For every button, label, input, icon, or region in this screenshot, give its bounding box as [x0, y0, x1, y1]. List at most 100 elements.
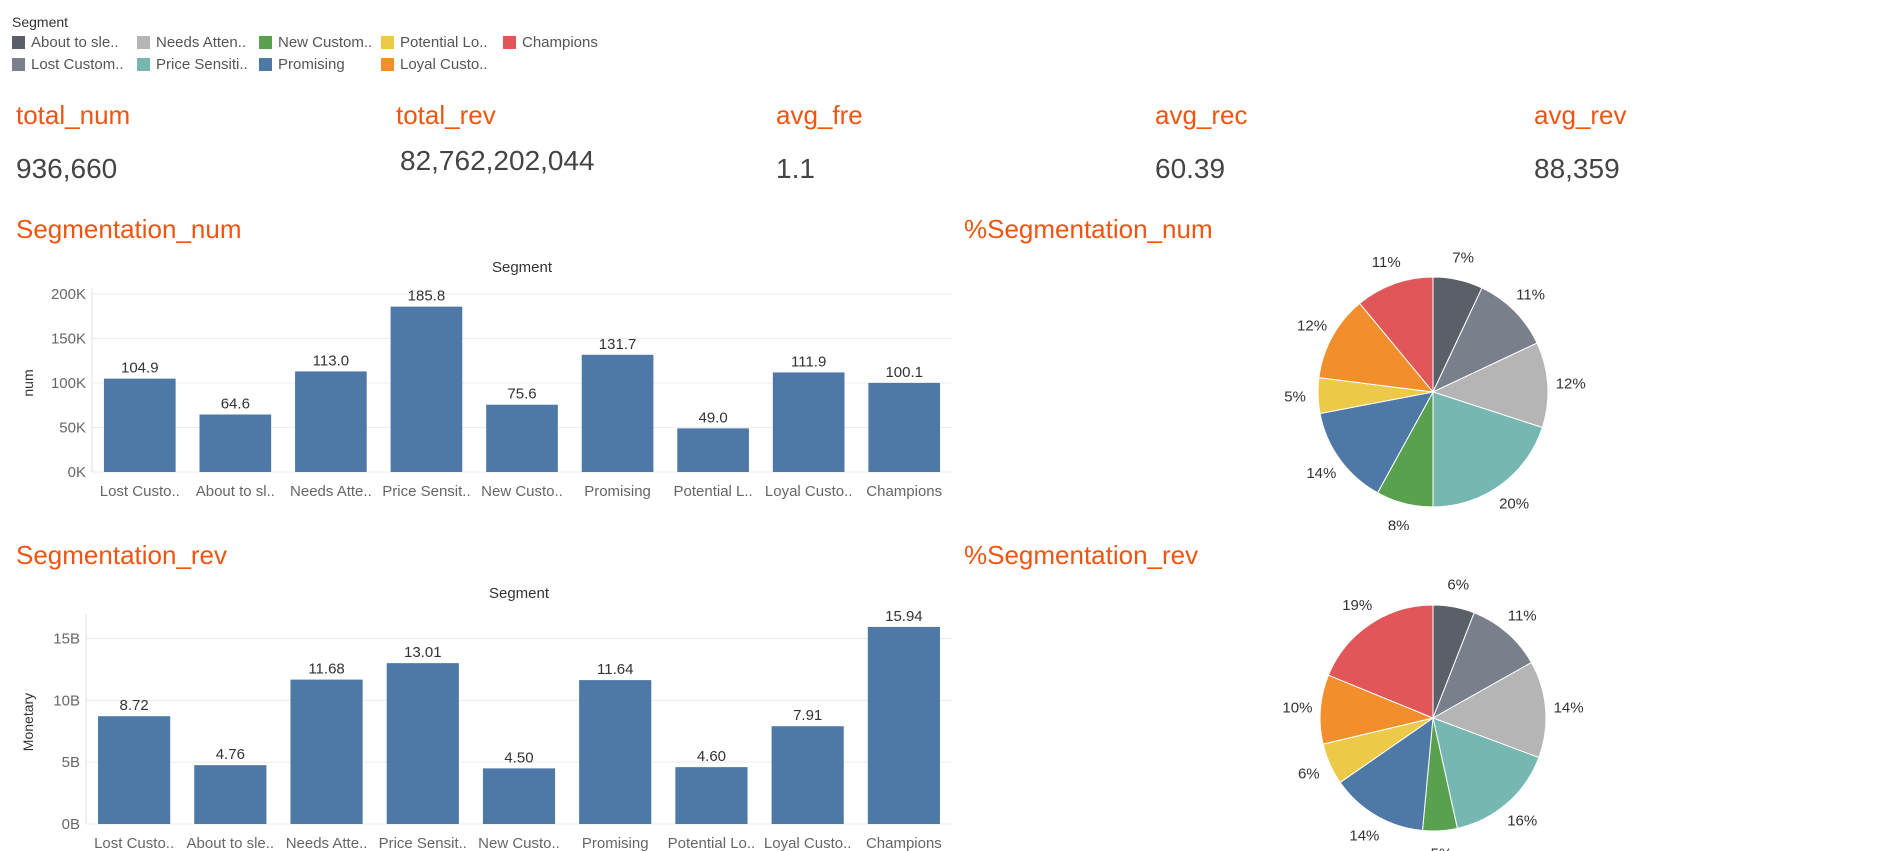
section-title-seg-rev: Segmentation_rev — [16, 540, 228, 570]
y-axis-label: Monetary — [20, 693, 36, 751]
bar-data-label: 11.64 — [597, 661, 633, 678]
bar-data-label: 13.01 — [404, 644, 442, 661]
pie-slice-label: 6% — [1298, 765, 1320, 782]
x-tick-label: Loyal Custo.. — [764, 835, 852, 851]
section-title-pct-seg-rev: %Segmentation_rev — [964, 540, 1199, 570]
y-tick-label: 0B — [62, 816, 80, 833]
legend-item[interactable]: Lost Custom.. — [12, 56, 137, 73]
bar-data-label: 4.76 — [216, 746, 245, 763]
bar[interactable] — [290, 679, 363, 824]
kpi-total-num: total_num 936,660 — [16, 100, 131, 184]
x-tick-label: Needs Atte.. — [290, 483, 372, 500]
section-title-seg-num: Segmentation_num — [16, 214, 242, 244]
x-tick-label: Price Sensit.. — [382, 483, 470, 500]
legend-item[interactable]: Potential Lo.. — [381, 34, 503, 51]
kpi-value: 60.39 — [1155, 153, 1226, 184]
legend-grid: About to sle.. Needs Atten.. New Custom.… — [12, 34, 623, 73]
x-tick-label: About to sle.. — [187, 835, 275, 851]
legend-label: Potential Lo.. — [400, 34, 488, 51]
bar-data-label: 131.7 — [599, 336, 637, 353]
bar[interactable] — [486, 404, 558, 472]
bar[interactable] — [675, 767, 748, 824]
bar[interactable] — [194, 765, 267, 824]
bar[interactable] — [103, 378, 176, 472]
pie-slice-label: 14% — [1349, 827, 1379, 844]
x-tick-label: New Custo.. — [481, 483, 563, 500]
bar[interactable] — [677, 428, 749, 472]
bar-chart-segmentation-num: Segment num 0K 50K 100K 150K 200K 104.9 Lost Cus… — [20, 259, 952, 500]
legend-label: Price Sensiti.. — [156, 56, 248, 73]
bar-data-label: 8.72 — [120, 697, 149, 714]
y-tick-label: 150K — [51, 331, 86, 348]
kpi-label: total_rev — [396, 100, 496, 130]
y-tick-label: 0K — [68, 464, 86, 481]
legend-item[interactable]: Price Sensiti.. — [137, 56, 259, 73]
legend-item[interactable]: About to sle.. — [12, 34, 137, 51]
bar[interactable] — [199, 414, 272, 472]
bar-data-label: 4.50 — [504, 749, 533, 766]
bar[interactable] — [581, 354, 654, 472]
bar[interactable] — [98, 716, 171, 824]
legend-swatch — [259, 58, 272, 71]
bar-data-label: 11.68 — [308, 661, 344, 678]
x-tick-label: Champions — [866, 483, 942, 500]
y-tick-label: 100K — [51, 375, 86, 392]
bar-data-label: 100.1 — [885, 364, 923, 381]
legend-item[interactable]: Champions — [503, 34, 623, 51]
x-tick-label: Potential L.. — [674, 483, 753, 500]
kpi-value: 88,359 — [1534, 153, 1620, 184]
bar-data-label: 75.6 — [507, 386, 536, 403]
legend-swatch — [503, 36, 516, 49]
pie-slice-label: 14% — [1306, 465, 1336, 482]
x-tick-label: Promising — [582, 835, 649, 851]
pie-slice-label: 11% — [1516, 286, 1545, 303]
pie-chart-segmentation-rev: 6% 11% 14% 16% 5% 14% 6% 10% 19% — [1282, 578, 1584, 851]
bar[interactable] — [771, 726, 844, 824]
legend-title: Segment — [12, 14, 69, 30]
legend-label: Needs Atten.. — [156, 34, 247, 51]
legend-item[interactable]: Loyal Custo.. — [381, 56, 503, 73]
kpi-value: 936,660 — [16, 153, 118, 184]
x-tick-label: Lost Custo.. — [100, 483, 180, 500]
bar[interactable] — [867, 626, 940, 824]
legend-item[interactable]: Promising — [259, 56, 381, 73]
pie-slice-label: 8% — [1388, 518, 1410, 530]
legend-label: Lost Custom.. — [31, 56, 124, 73]
pie-slice-label: 12% — [1556, 375, 1586, 392]
bar[interactable] — [772, 372, 845, 472]
legend-item[interactable]: Needs Atten.. — [137, 34, 259, 51]
legend-swatch — [137, 58, 150, 71]
pie-slice-label: 16% — [1507, 813, 1537, 830]
y-axis-label: num — [20, 369, 36, 396]
y-tick-label: 15B — [53, 631, 80, 648]
legend-item[interactable]: New Custom.. — [259, 34, 381, 51]
y-tick-label: 50K — [59, 420, 86, 437]
bar-data-label: 64.6 — [221, 396, 250, 413]
kpi-label: total_num — [16, 100, 131, 130]
bar[interactable] — [295, 371, 367, 472]
kpi-value: 82,762,202,044 — [400, 145, 595, 176]
x-tick-label: Lost Custo.. — [94, 835, 174, 851]
section-title-pct-seg-num: %Segmentation_num — [964, 214, 1213, 244]
x-tick-label: Promising — [584, 483, 651, 500]
bar[interactable] — [482, 768, 556, 824]
y-tick-label: 10B — [53, 692, 80, 709]
legend-swatch — [259, 36, 272, 49]
pie-slice-label: 10% — [1282, 699, 1312, 716]
legend-label: New Custom.. — [278, 34, 373, 51]
x-tick-label: New Custo.. — [478, 835, 560, 851]
pie-slice-label: 19% — [1342, 597, 1372, 614]
bar[interactable] — [390, 306, 463, 472]
bar[interactable] — [386, 663, 459, 824]
chart-title: Segment — [492, 259, 553, 276]
x-tick-label: Price Sensit.. — [379, 835, 467, 851]
bar-data-label: 49.0 — [699, 409, 728, 426]
pie-slice-label: 5% — [1284, 388, 1306, 405]
pie-slice-label: 14% — [1554, 699, 1584, 716]
legend-label: Loyal Custo.. — [400, 56, 488, 73]
legend-swatch — [137, 36, 150, 49]
pie-slice-label: 20% — [1499, 496, 1529, 513]
bar[interactable] — [868, 382, 941, 472]
bar[interactable] — [579, 680, 652, 824]
kpi-label: avg_fre — [776, 100, 863, 130]
